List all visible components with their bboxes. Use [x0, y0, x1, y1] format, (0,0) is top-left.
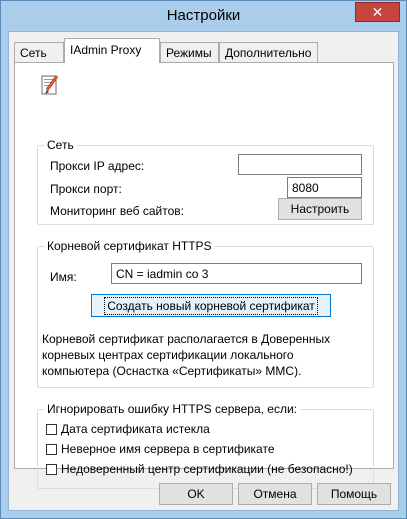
settings-dialog: Настройки ✕ Сеть IAdmin Proxy Режимы Доп…	[0, 0, 407, 519]
network-group: Сеть Прокси IP адрес: Прокси порт: Монит…	[37, 138, 374, 225]
create-root-cert-label: Создать новый корневой сертификат	[104, 296, 318, 315]
cert-name-input[interactable]	[111, 263, 362, 284]
checkbox[interactable]	[46, 423, 57, 435]
proxy-port-label: Прокси порт:	[50, 182, 122, 196]
help-button-label: Помощь	[330, 487, 378, 501]
tab-label: Режимы	[166, 46, 212, 60]
option-cert-expired[interactable]: Дата сертификата истекла	[46, 421, 210, 437]
proxy-port-input[interactable]	[287, 177, 362, 198]
ok-button-label: OK	[187, 487, 205, 501]
ok-button[interactable]: OK	[159, 483, 233, 505]
ignore-https-errors-group: Игнорировать ошибку HTTPS сервера, если:…	[37, 402, 374, 489]
help-button[interactable]: Помощь	[317, 483, 391, 505]
tab-modes[interactable]: Режимы	[160, 42, 219, 62]
window-title: Настройки	[166, 7, 241, 24]
checkbox[interactable]	[46, 443, 57, 455]
tab-network[interactable]: Сеть	[14, 42, 64, 62]
monitoring-label: Мониторинг веб сайтов:	[50, 204, 184, 218]
tab-advanced[interactable]: Дополнительно	[219, 42, 318, 62]
tab-iadmin-proxy[interactable]: IAdmin Proxy	[64, 38, 160, 63]
root-cert-group: Корневой сертификат HTTPS Имя: Создать н…	[37, 239, 374, 388]
ignore-group-title: Игнорировать ошибку HTTPS сервера, если:	[44, 402, 301, 416]
cancel-button[interactable]: Отмена	[238, 483, 312, 505]
network-group-title: Сеть	[44, 138, 77, 152]
configure-button-label: Настроить	[290, 202, 350, 216]
title-bar[interactable]: Настройки ✕	[1, 1, 406, 31]
cert-info-text: Корневой сертификат располагается в Дове…	[42, 331, 330, 379]
proxy-ip-input[interactable]	[238, 154, 362, 175]
tab-panel-iadmin-proxy: Сеть Прокси IP адрес: Прокси порт: Монит…	[14, 62, 394, 489]
option-label: Неверное имя сервера в сертификате	[61, 442, 275, 456]
cert-info-line-2: корневых центрах сертификации локального	[42, 348, 294, 362]
tab-label: IAdmin Proxy	[70, 43, 142, 57]
close-icon: ✕	[371, 3, 384, 20]
dialog-client: Сеть IAdmin Proxy Режимы Дополнительно С…	[8, 31, 399, 511]
cert-name-label: Имя:	[50, 270, 77, 284]
proxy-ip-label: Прокси IP адрес:	[50, 159, 145, 173]
close-button[interactable]: ✕	[355, 2, 400, 22]
document-edit-icon	[39, 73, 61, 97]
option-label: Дата сертификата истекла	[61, 422, 210, 436]
tab-label: Сеть	[20, 46, 47, 60]
cancel-button-label: Отмена	[253, 487, 297, 501]
tab-label: Дополнительно	[225, 46, 312, 60]
checkbox[interactable]	[46, 463, 57, 475]
option-untrusted-ca[interactable]: Недоверенный центр сертификации (не безо…	[46, 461, 353, 477]
option-wrong-server-name[interactable]: Неверное имя сервера в сертификате	[46, 441, 275, 457]
option-label: Недоверенный центр сертификации (не безо…	[61, 462, 353, 476]
configure-button[interactable]: Настроить	[278, 198, 362, 220]
cert-info-line-1: Корневой сертификат располагается в Дове…	[42, 332, 331, 346]
root-cert-group-title: Корневой сертификат HTTPS	[44, 239, 215, 253]
create-root-cert-button[interactable]: Создать новый корневой сертификат	[91, 294, 331, 317]
cert-info-line-3: компьютера (Оснастка «Сертификаты» MMC).	[42, 364, 302, 378]
